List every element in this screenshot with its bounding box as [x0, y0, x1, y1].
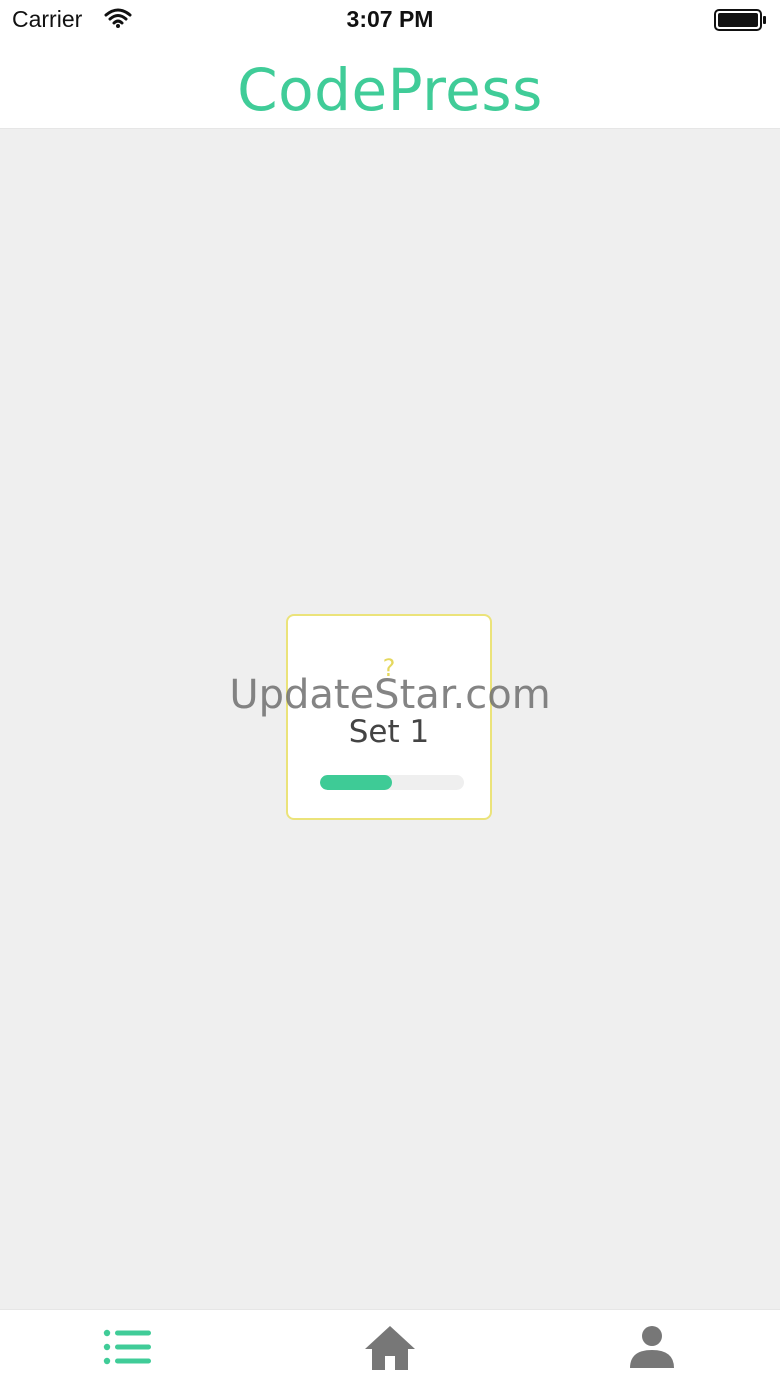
set-progress-bar	[320, 775, 464, 790]
list-icon	[98, 1322, 158, 1376]
tab-profile[interactable]	[622, 1322, 682, 1376]
set-progress-fill	[320, 775, 392, 790]
status-bar: Carrier 3:07 PM	[0, 0, 780, 42]
app-title: CodePress	[237, 56, 543, 124]
set-title: Set 1	[348, 714, 430, 750]
tab-home[interactable]	[360, 1322, 420, 1376]
home-icon	[360, 1322, 420, 1376]
profile-icon	[622, 1322, 682, 1376]
app-header: CodePress	[0, 42, 780, 129]
watermark-text: UpdateStar.com	[229, 672, 551, 718]
main-content: ? Set 1	[0, 129, 780, 1309]
battery-icon	[714, 8, 768, 32]
tab-list[interactable]	[98, 1322, 158, 1376]
tab-bar	[0, 1309, 780, 1388]
status-time: 3:07 PM	[346, 6, 434, 32]
